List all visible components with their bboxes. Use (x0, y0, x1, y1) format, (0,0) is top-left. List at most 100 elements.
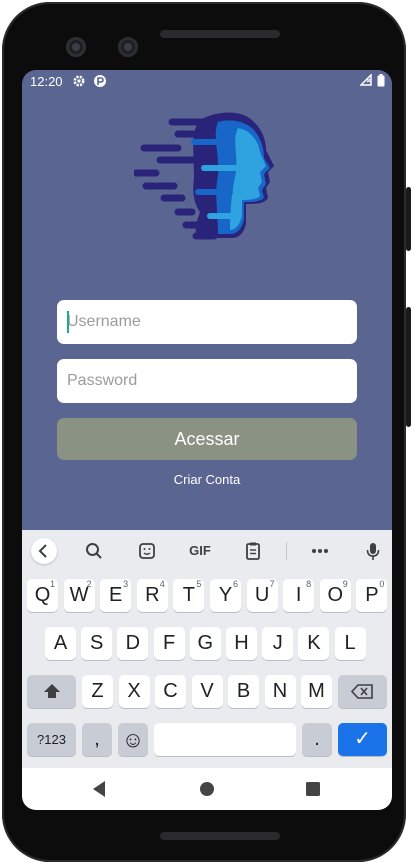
bottom-speaker (160, 832, 280, 840)
toolbar-divider (286, 542, 287, 560)
key-label: Y (218, 584, 233, 606)
key-label: K (307, 632, 321, 654)
screen: 12:20 Username Acessar Criar Conta GIF Q… (22, 70, 392, 810)
key-d[interactable]: D (117, 627, 149, 660)
front-camera-icon (66, 37, 86, 57)
key-l[interactable]: L (334, 627, 366, 660)
key-o[interactable]: O9 (319, 579, 351, 612)
key-hint: 2 (86, 579, 92, 589)
home-icon[interactable] (198, 778, 216, 805)
comma-key[interactable]: , (82, 723, 112, 756)
key-h[interactable]: H (226, 627, 257, 660)
key-hint: 4 (159, 579, 165, 589)
key-t[interactable]: T5 (173, 579, 205, 612)
key-label: M (308, 680, 325, 702)
gif-icon[interactable]: GIF (182, 538, 218, 564)
password-input[interactable] (67, 359, 347, 403)
battery-icon (377, 74, 385, 90)
key-g[interactable]: G (189, 627, 221, 660)
key-p[interactable]: P0 (356, 579, 388, 612)
mic-icon[interactable] (358, 538, 388, 564)
username-input[interactable] (67, 300, 347, 344)
key-hint: 6 (232, 579, 238, 589)
key-label: A (53, 632, 68, 654)
create-account-link[interactable]: Criar Conta (22, 472, 392, 487)
key-f[interactable]: F (153, 627, 185, 660)
key-hint: 3 (123, 579, 129, 589)
key-label: S (90, 632, 104, 654)
key-a[interactable]: A (45, 627, 76, 660)
key-label: P (365, 584, 379, 606)
more-icon[interactable] (305, 538, 335, 564)
navigation-bar (22, 768, 392, 810)
back-icon[interactable] (90, 778, 108, 805)
phone-frame: 12:20 Username Acessar Criar Conta GIF Q… (2, 2, 411, 862)
front-sensor-icon (118, 37, 138, 57)
key-label: F (162, 632, 176, 654)
key-e[interactable]: E3 (100, 579, 132, 612)
key-z[interactable]: Z (82, 675, 113, 708)
username-field[interactable] (57, 300, 357, 344)
key-u[interactable]: U7 (246, 579, 278, 612)
key-x[interactable]: X (118, 675, 150, 708)
key-i[interactable]: I8 (283, 579, 315, 612)
key-label: Q (34, 584, 51, 606)
key-label: R (145, 584, 160, 606)
key-r[interactable]: R4 (136, 579, 168, 612)
period-key[interactable]: . (302, 723, 332, 756)
app-notification-icon (93, 74, 107, 91)
enter-key[interactable]: ✓ (338, 723, 387, 756)
emoji-key[interactable]: ☺ (118, 723, 148, 756)
key-hint: 5 (196, 579, 202, 589)
key-hint: 0 (379, 579, 385, 589)
key-label: E (109, 584, 123, 606)
symbols-key[interactable]: ?123 (27, 723, 76, 756)
search-icon[interactable] (79, 538, 109, 564)
shift-key[interactable] (27, 675, 76, 708)
key-label: C (163, 680, 178, 702)
space-key[interactable] (154, 723, 296, 756)
sticker-icon[interactable] (132, 538, 162, 564)
volume-button (406, 307, 411, 427)
key-label: O (327, 584, 344, 606)
recents-icon[interactable] (304, 778, 322, 805)
signal-icon (359, 73, 372, 89)
key-b[interactable]: B (228, 675, 259, 708)
key-m[interactable]: M (301, 675, 332, 708)
key-label: V (200, 680, 214, 702)
key-k[interactable]: K (298, 627, 330, 660)
key-v[interactable]: V (191, 675, 223, 708)
clipboard-icon[interactable] (238, 538, 268, 564)
key-label: X (127, 680, 141, 702)
key-hint: 7 (269, 579, 275, 589)
password-field[interactable] (57, 359, 357, 403)
key-label: N (272, 680, 288, 702)
key-label: H (234, 632, 249, 654)
acessar-button[interactable]: Acessar (57, 418, 357, 460)
status-bar: 12:20 (22, 70, 392, 94)
key-w[interactable]: W2 (63, 579, 95, 612)
power-button (406, 187, 411, 251)
key-label: L (344, 632, 356, 654)
key-j[interactable]: J (262, 627, 294, 660)
key-label: U (254, 584, 270, 606)
key-hint: 8 (306, 579, 312, 589)
keyboard-toolbar: GIF (22, 530, 392, 572)
key-label: D (125, 632, 141, 654)
back-chevron-icon[interactable] (31, 538, 57, 564)
key-s[interactable]: S (81, 627, 113, 660)
key-label: T (182, 584, 195, 606)
key-label: I (295, 584, 302, 606)
backspace-key[interactable] (338, 675, 387, 708)
key-label: Z (91, 680, 104, 702)
gear-icon (72, 74, 86, 91)
key-label: B (236, 680, 251, 702)
brand-logo (134, 112, 274, 240)
key-label: J (272, 632, 283, 654)
text-cursor (67, 311, 69, 333)
key-q[interactable]: Q1 (27, 579, 58, 612)
key-n[interactable]: N (264, 675, 296, 708)
soft-keyboard: GIF Q1W2E3R4T5Y6U7I8O9P0 ASDFGHJKL ZXCVB… (22, 530, 392, 768)
key-y[interactable]: Y6 (210, 579, 241, 612)
key-c[interactable]: C (155, 675, 186, 708)
